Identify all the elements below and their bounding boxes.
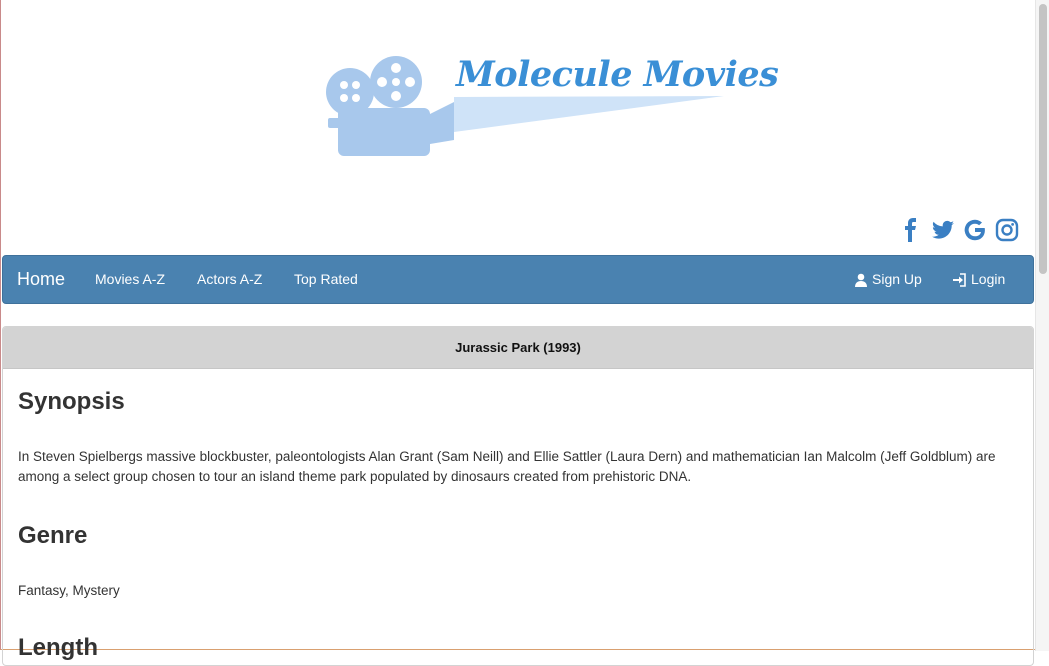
nav-movies-a-z[interactable]: Movies A-Z [95,256,165,303]
nav-top-rated[interactable]: Top Rated [294,256,358,303]
instagram-icon[interactable] [995,218,1019,242]
social-links [899,218,1019,242]
genre-heading: Genre [18,522,88,549]
length-heading: Length [18,634,98,661]
login-link[interactable]: Login [952,256,1005,303]
synopsis-heading: Synopsis [18,388,125,415]
twitter-icon[interactable] [931,218,955,242]
synopsis-text: In Steven Spielbergs massive blockbuster… [18,449,996,484]
movie-title: Jurassic Park (1993) [3,327,1033,369]
genre-text: Fantasy, Mystery [18,583,120,598]
login-icon [953,272,966,287]
scrollbar-thumb[interactable] [1039,4,1047,274]
facebook-icon[interactable] [899,218,923,242]
user-icon [855,273,867,287]
logo-text: Molecule Movies [456,54,779,95]
google-icon[interactable] [963,218,987,242]
sign-up-link[interactable]: Sign Up [854,256,922,303]
login-label: Login [971,271,1006,287]
movie-panel: Jurassic Park (1993) Synopsis In Steven … [2,326,1034,666]
nav-actors-a-z[interactable]: Actors A-Z [197,256,262,303]
nav-home[interactable]: Home [17,256,65,303]
sign-up-label: Sign Up [872,271,922,287]
site-logo[interactable]: Molecule Movies [324,52,779,162]
page-scrollbar[interactable] [1035,0,1049,651]
main-navbar: Home Movies A-Z Actors A-Z Top Rated Sig… [2,255,1034,304]
